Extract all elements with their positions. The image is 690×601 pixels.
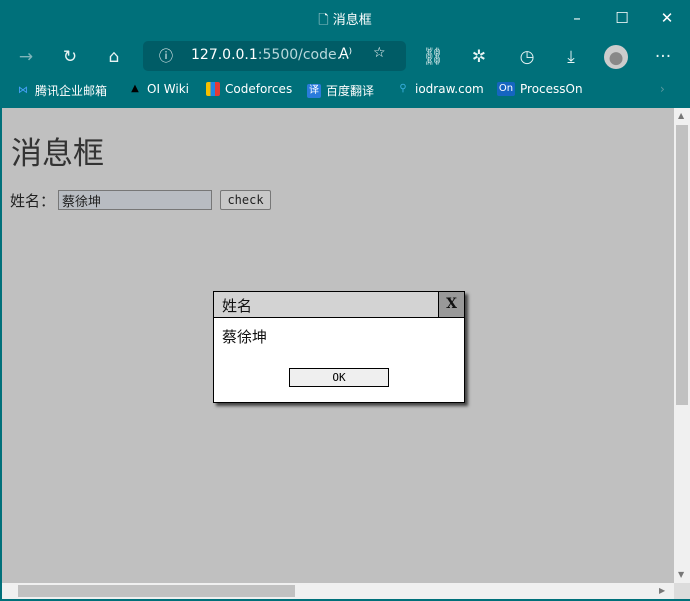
iodraw-icon: ⚲ [399,83,407,94]
read-aloud-icon[interactable]: A⁾ [339,46,352,62]
bookmarks-bar: ⋈ 腾讯企业邮箱 ▲ OI Wiki Codeforces 译百度翻译 ⚲ iodra… [0,76,690,106]
dialog-close-button[interactable]: X [438,292,464,317]
bookmark-codeforces[interactable]: Codeforces [206,82,292,96]
refresh-icon[interactable]: ↻ [57,44,83,70]
scroll-up-icon[interactable]: ▲ [678,111,684,120]
ok-button[interactable]: OK [289,368,389,387]
name-label: 姓名： [10,192,56,210]
address-bar[interactable]: ⓘ 127.0.0.1:5500/code... A⁾ ☆ [143,41,406,71]
scroll-down-icon[interactable]: ▼ [678,570,684,579]
bookmark-oi-wiki[interactable]: ▲ OI Wiki [128,82,189,96]
history-icon[interactable]: ◷ [514,44,540,70]
codeforces-icon [206,82,220,96]
title-bar: 🗋 消息框 – ☐ ✕ [0,0,690,36]
extension-app-icon[interactable]: ⛓ [420,44,446,70]
vertical-scrollbar[interactable]: ▲ ▼ [674,108,690,583]
download-icon[interactable]: ⤓ [558,44,584,70]
info-icon[interactable]: ⓘ [159,46,173,66]
graduation-cap-icon: ▲ [131,83,139,94]
vertical-scroll-thumb[interactable] [676,125,688,405]
name-input[interactable] [58,190,212,210]
baidu-translate-icon: 译 [307,83,321,98]
bookmark-baidu-translate[interactable]: 译百度翻译 [307,82,374,99]
processon-icon: On [497,82,515,96]
favorite-add-icon[interactable]: ☆ [373,45,386,61]
page-title: 消息框 [11,136,104,172]
home-icon[interactable]: ⌂ [101,44,127,70]
scroll-right-icon[interactable]: ▶ [659,586,665,595]
bookmark-iodraw[interactable]: ⚲ iodraw.com [396,82,483,96]
dialog-header: 姓名 X [214,292,464,318]
minimize-button[interactable]: – [562,6,592,30]
horizontal-scrollbar[interactable]: ▶ [2,583,674,599]
dialog-message: 蔡徐坤 [222,328,268,346]
avatar[interactable]: ● [604,45,628,69]
bookmark-processon[interactable]: On ProcessOn [497,82,583,96]
more-icon[interactable]: ··· [650,44,676,70]
scrollbar-corner [674,583,690,599]
tencent-mail-icon: ⋈ [18,84,28,96]
dialog-title: 姓名 [222,297,253,315]
maximize-button[interactable]: ☐ [607,6,637,30]
page-icon: 🗋 [318,13,333,28]
extensions-icon[interactable]: ✲ [466,44,492,70]
bookmark-tencent-mail[interactable]: ⋈ 腾讯企业邮箱 [16,82,107,99]
check-button[interactable]: check [220,190,271,210]
close-window-button[interactable]: ✕ [652,6,682,30]
message-dialog: 姓名 X 蔡徐坤 OK [213,291,465,403]
chevron-right-icon[interactable]: › [660,82,665,96]
forward-icon[interactable]: → [13,44,39,70]
horizontal-scroll-thumb[interactable] [18,585,295,597]
